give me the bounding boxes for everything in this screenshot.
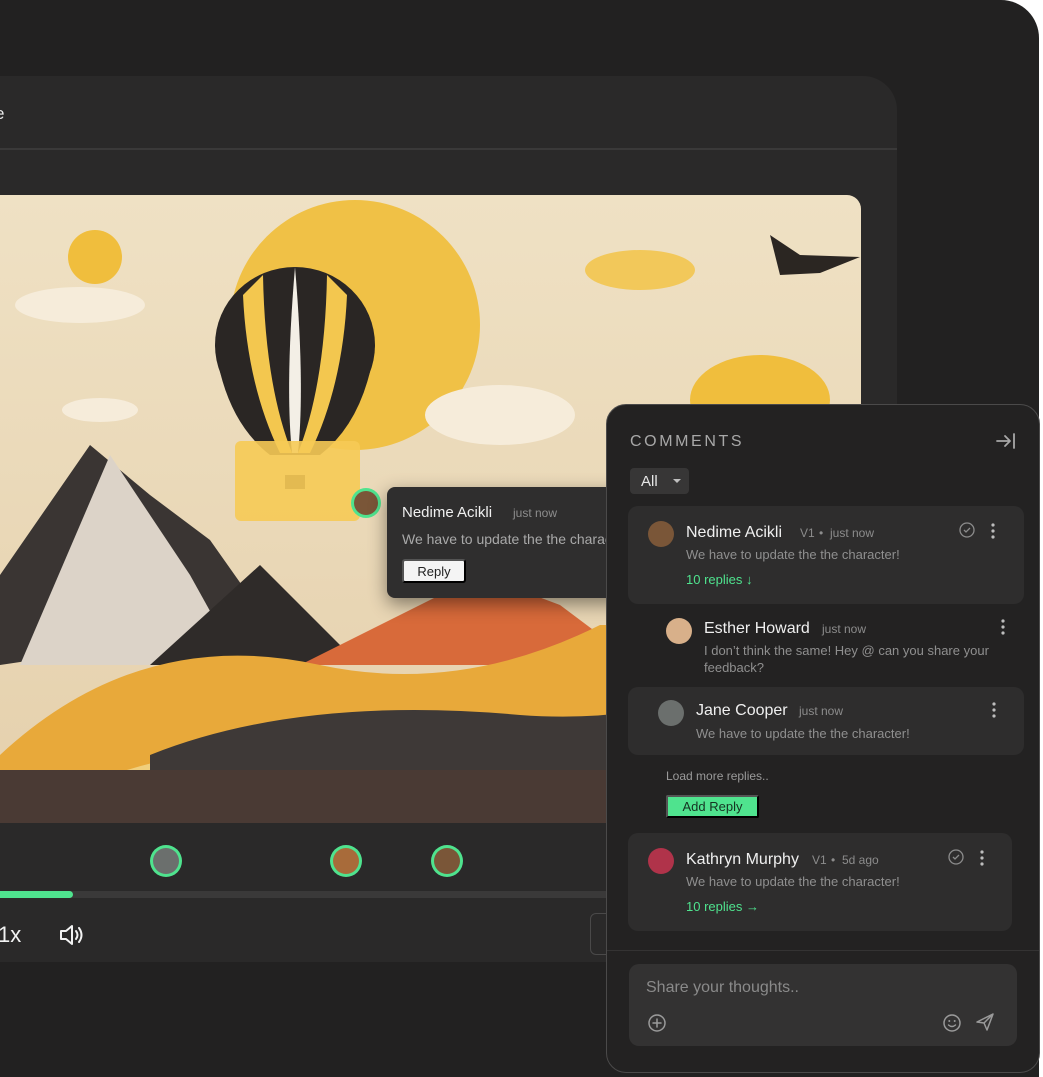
progress-track[interactable] [0, 891, 610, 898]
more-options-icon[interactable] [1001, 619, 1005, 635]
load-more-replies[interactable]: Load more replies.. [666, 769, 769, 783]
reply-time: just now [799, 704, 844, 718]
more-options-icon[interactable] [980, 850, 984, 866]
filter-select[interactable]: All [630, 468, 689, 494]
comment-version: V1 [800, 526, 815, 540]
filter-value: All [641, 473, 658, 490]
comment-version: V1 [812, 853, 827, 867]
volume-icon[interactable] [58, 922, 86, 948]
bullet: • [831, 853, 836, 867]
emoji-icon[interactable] [942, 1013, 962, 1033]
comment-author: Nedime Acikli [686, 524, 783, 541]
resolve-check-icon[interactable] [959, 522, 975, 538]
timeline-comment-marker[interactable] [150, 845, 182, 877]
chevron-down-icon [673, 479, 681, 483]
popup-time: just now [513, 506, 558, 520]
comment-time: just now [830, 526, 875, 540]
replies-toggle[interactable]: 10 replies ↓ [686, 572, 752, 587]
comment-pin[interactable] [351, 488, 381, 518]
add-reply-button[interactable]: Add Reply [666, 795, 759, 818]
timeline-comment-marker[interactable] [431, 845, 463, 877]
speed-label[interactable]: 1x [0, 922, 21, 948]
comments-panel: COMMENTS All Nedime Acikli V1 • just now… [606, 404, 1040, 1073]
window-title: e [0, 104, 4, 124]
resolve-check-icon[interactable] [948, 849, 964, 865]
comment-time: 5d ago [842, 853, 879, 867]
reply-time: just now [822, 622, 867, 636]
panel-title: COMMENTS [630, 433, 745, 450]
popup-message: We have to update the the character! [402, 531, 633, 547]
reply-message: We have to update the the character! [696, 726, 910, 741]
reply-button[interactable]: Reply [402, 559, 466, 583]
reply-item[interactable]: Jane Cooper just now We have to update t… [628, 687, 1024, 755]
comment-message: We have to update the the character! [686, 547, 900, 562]
divider [607, 950, 1039, 951]
avatar [658, 700, 684, 726]
send-icon[interactable] [975, 1012, 995, 1032]
avatar [354, 491, 378, 515]
comment-thread[interactable]: Nedime Acikli V1 • just now We have to u… [628, 506, 1024, 604]
progress-fill [0, 891, 73, 898]
comment-message: We have to update the the character! [686, 874, 900, 889]
comment-composer [629, 964, 1017, 1046]
comment-author: Kathryn Murphy [686, 851, 799, 868]
comment-input[interactable] [646, 979, 986, 997]
reply-item[interactable]: Esther Howard just now I don’t think the… [607, 605, 1039, 685]
more-options-icon[interactable] [991, 523, 995, 539]
replies-toggle[interactable]: 10 replies → [686, 899, 759, 914]
collapse-right-icon[interactable] [996, 432, 1016, 450]
avatar [648, 848, 674, 874]
avatar [648, 521, 674, 547]
reply-author: Esther Howard [704, 620, 810, 637]
bullet: • [819, 526, 824, 540]
comment-thread[interactable]: Kathryn Murphy V1 • 5d ago We have to up… [628, 833, 1012, 931]
window-header: e [0, 76, 897, 150]
timeline-comment-marker[interactable] [330, 845, 362, 877]
add-circle-icon[interactable] [647, 1013, 667, 1033]
more-options-icon[interactable] [992, 702, 996, 718]
avatar [666, 618, 692, 644]
reply-message: I don’t think the same! Hey @ can you sh… [704, 643, 989, 675]
reply-author: Jane Cooper [696, 702, 788, 719]
popup-author: Nedime Acikli [402, 504, 493, 521]
